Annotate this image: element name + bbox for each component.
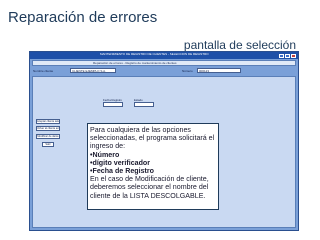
slide-title: Reparación de errores — [8, 9, 158, 26]
search-row: Nombre cliente CLIENTE EJEMPLO S.A. Núme… — [32, 67, 296, 75]
callout-bullet: •Fecha de Registro — [90, 167, 154, 176]
accept-client-button[interactable]: Aceptar cliente seleccionado — [36, 119, 60, 124]
minimize-icon[interactable] — [279, 53, 284, 58]
form-header: Reparación de errores - Registro de mant… — [32, 60, 296, 66]
client-name-label: Nombre cliente — [33, 69, 54, 73]
slide-subtitle: pantalla de selección — [183, 38, 296, 52]
callout-line: deberemos seleccionar el nombre del — [90, 183, 209, 192]
previous-client-button[interactable]: Volver al cliente anterior — [36, 126, 60, 131]
fecha-registro-field[interactable] — [103, 102, 123, 107]
callout-bullet: •Número — [90, 150, 120, 159]
exit-button[interactable]: Salir — [42, 142, 54, 147]
window-title: MANTENIMIENTO DE REGISTRO DE CLIENTES - … — [100, 52, 209, 56]
window-titlebar: MANTENIMIENTO DE REGISTRO DE CLIENTES - … — [30, 52, 298, 59]
maximize-icon[interactable] — [285, 53, 290, 58]
client-number-field[interactable]: 000123 — [197, 68, 241, 73]
form-header-text: Reparación de errores - Registro de mant… — [93, 61, 177, 65]
callout-bullet: •dígito verificador — [90, 158, 151, 167]
callout-line: Para cualquiera de las opciones — [90, 126, 191, 134]
modify-data-button[interactable]: Modificar de datos — [36, 134, 60, 139]
client-number-label: Número — [182, 69, 193, 73]
callout-line: En el caso de Modificación de cliente, — [90, 175, 209, 184]
callout-line: cliente de la LISTA DESCOLGABLE. — [90, 191, 206, 200]
callout-line: seleccionadas, el programa solicitará el — [90, 134, 215, 143]
client-name-field[interactable]: CLIENTE EJEMPLO S.A. — [70, 68, 116, 73]
estado-field[interactable] — [134, 102, 154, 107]
callout-line: ingreso de: — [90, 142, 126, 151]
close-icon[interactable] — [291, 53, 296, 58]
info-callout: Para cualquiera de las opciones seleccio… — [87, 123, 219, 210]
